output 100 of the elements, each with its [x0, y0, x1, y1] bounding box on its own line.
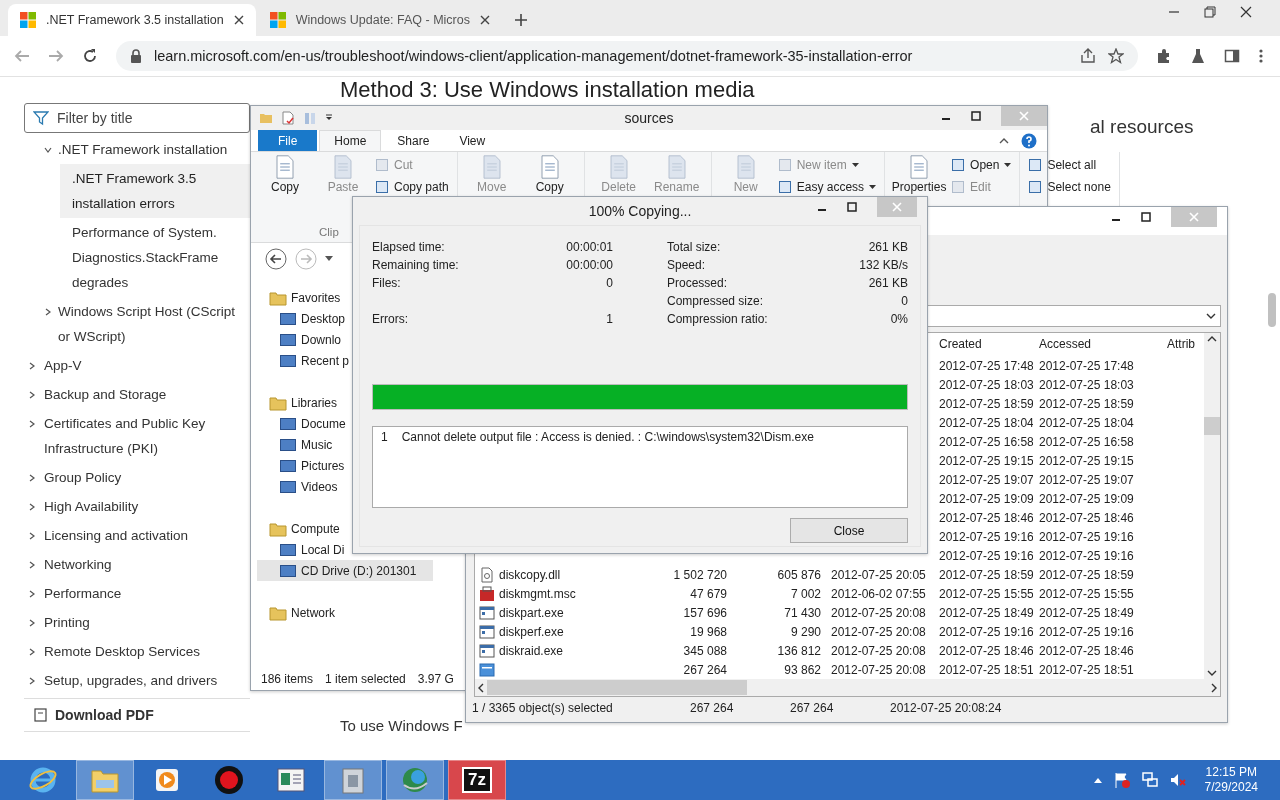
- table-cell: 2012-07-25 18:49: [1039, 605, 1134, 620]
- taskbar-button[interactable]: [324, 760, 382, 800]
- nav-item[interactable]: Downlo: [257, 329, 433, 350]
- toc-item[interactable]: Performance of System. Diagnostics.StackFrame degrades: [24, 218, 250, 297]
- tile-icon: [1028, 180, 1043, 194]
- table-cell: 2012-07-25 18:46: [939, 510, 1033, 525]
- nav-item[interactable]: Pictures: [257, 455, 433, 476]
- back-icon[interactable]: [265, 248, 287, 270]
- file-name[interactable]: diskmgmt.msc: [499, 586, 576, 601]
- browser-tab[interactable]: Windows Update: FAQ - Micros: [257, 4, 502, 36]
- star-icon[interactable]: [1108, 48, 1124, 64]
- nav-item[interactable]: Recent p: [257, 350, 433, 371]
- share-icon[interactable]: [1080, 48, 1096, 64]
- scroll-thumb[interactable]: [1268, 293, 1276, 327]
- paragraph: To use Windows F: [340, 717, 464, 734]
- column-header[interactable]: Accessed: [1033, 337, 1163, 351]
- scrollbar[interactable]: [474, 679, 1221, 697]
- flask-icon[interactable]: [1190, 48, 1206, 64]
- toc-item[interactable]: Certificates and Public Key Infrastructure (PKI): [24, 409, 250, 463]
- toc-item[interactable]: Printing: [24, 608, 250, 637]
- toc-item[interactable]: Group Policy: [24, 463, 250, 492]
- scroll-thumb[interactable]: [1204, 417, 1220, 435]
- nav-item[interactable]: CD Drive (D:) 201301: [257, 560, 433, 581]
- plus-icon[interactable]: [514, 13, 528, 27]
- toc-item[interactable]: High Availability: [24, 492, 250, 521]
- table-cell: 71 430: [784, 605, 821, 620]
- table-cell: 2012-07-25 17:48: [939, 358, 1033, 373]
- nav-item[interactable]: Videos: [257, 476, 433, 497]
- toc-item[interactable]: Setup, upgrades, and drivers: [24, 666, 250, 695]
- scroll-thumb[interactable]: [487, 680, 747, 695]
- file-name[interactable]: diskpart.exe: [499, 605, 564, 620]
- download-pdf-link[interactable]: Download PDF: [24, 698, 250, 732]
- filter-field[interactable]: Filter by title: [24, 103, 250, 133]
- toc-item[interactable]: App-V: [24, 351, 250, 380]
- chevron-up-icon[interactable]: [999, 136, 1009, 145]
- ribbon-tab[interactable]: Share: [383, 130, 444, 151]
- close-button[interactable]: Close: [790, 518, 908, 543]
- maximize-icon[interactable]: [847, 202, 857, 212]
- toc-item[interactable]: Windows Script Host (CScript or WScript): [24, 297, 250, 351]
- caret-icon[interactable]: [325, 114, 333, 122]
- table-cell: 2012-07-25 18:04: [1039, 415, 1134, 430]
- toc-item[interactable]: Remote Desktop Services: [24, 637, 250, 666]
- window-icon: [279, 541, 297, 558]
- clock[interactable]: 12:15 PM 7/29/2024: [1204, 765, 1258, 795]
- file-name[interactable]: diskraid.exe: [499, 643, 564, 658]
- help-icon[interactable]: [1021, 132, 1037, 149]
- close-icon[interactable]: [1240, 6, 1252, 18]
- table-cell: 2012-07-25 16:58: [1039, 434, 1134, 449]
- browser-tab[interactable]: .NET Framework 3.5 installation: [8, 4, 256, 36]
- column-header[interactable]: Attrib: [1163, 337, 1204, 351]
- ribbon-button[interactable]: Copy: [259, 154, 311, 226]
- ribbon-button[interactable]: Select all: [1028, 154, 1111, 176]
- error-message: Cannot delete output file : Access is denied. : C:\windows\system32\Dism.exe: [401, 430, 814, 444]
- document-icon[interactable]: [281, 111, 295, 125]
- file-name[interactable]: diskcopy.dll: [499, 567, 561, 582]
- ribbon-button[interactable]: Select none: [1028, 176, 1111, 198]
- toc-item[interactable]: .NET Framework installation: [24, 135, 250, 164]
- toc-item[interactable]: Networking: [24, 550, 250, 579]
- document-icon: [34, 708, 47, 722]
- ribbon-button[interactable]: Easy access: [777, 176, 877, 198]
- window-icon: [479, 604, 495, 621]
- four-squares-icon: [20, 12, 36, 28]
- nav-item[interactable]: Network: [257, 602, 433, 623]
- maximize-icon[interactable]: [1141, 212, 1151, 222]
- network-icon[interactable]: [1140, 771, 1159, 789]
- ribbon-tab[interactable]: File: [258, 130, 318, 151]
- nav-item[interactable]: Local Di: [257, 539, 433, 560]
- menu-icon[interactable]: [1258, 48, 1264, 64]
- puzzle-icon[interactable]: [1156, 48, 1172, 64]
- toc-item[interactable]: .NET Framework 3.5 installation errors: [60, 164, 250, 218]
- ribbon-button[interactable]: Copy path: [375, 176, 449, 198]
- close-icon[interactable]: [480, 15, 490, 25]
- nav-item[interactable]: Favorites: [257, 287, 433, 308]
- taskbar-button[interactable]: 7z: [448, 760, 506, 800]
- restore-icon[interactable]: [1204, 6, 1216, 18]
- caret-icon[interactable]: [325, 256, 333, 262]
- address-bar[interactable]: learn.microsoft.com/en-us/troubleshoot/windows-client/application-management/dotnet-framework-35-installation-error: [116, 41, 1138, 71]
- toc-item[interactable]: Backup and Storage: [24, 380, 250, 409]
- toc-item[interactable]: Performance: [24, 579, 250, 608]
- file-name[interactable]: diskperf.exe: [499, 624, 564, 639]
- scrollbar[interactable]: [1204, 333, 1220, 679]
- nav-item[interactable]: Libraries: [257, 392, 433, 413]
- close-icon[interactable]: [233, 15, 244, 25]
- reload-icon[interactable]: [82, 48, 98, 64]
- toc-item[interactable]: Licensing and activation: [24, 521, 250, 550]
- flag-icon[interactable]: [1112, 771, 1131, 789]
- ribbon-tab[interactable]: Home: [319, 130, 382, 151]
- ribbon-button[interactable]: Open: [951, 154, 1012, 176]
- nav-item[interactable]: Compute: [257, 518, 433, 539]
- maximize-icon[interactable]: [971, 111, 981, 121]
- chevron-right-icon: [28, 503, 36, 511]
- sidebar-icon[interactable]: [1224, 48, 1240, 64]
- chevron-right-icon: [28, 677, 36, 685]
- caret-icon[interactable]: [1206, 313, 1216, 319]
- toolbox-icon: [479, 585, 495, 602]
- window-icon: [479, 623, 495, 640]
- ribbon-tab[interactable]: View: [445, 130, 500, 151]
- stat-value: 0: [901, 294, 908, 308]
- ribbon-button[interactable]: Copy: [523, 154, 576, 226]
- column-header[interactable]: Created: [933, 337, 1033, 351]
